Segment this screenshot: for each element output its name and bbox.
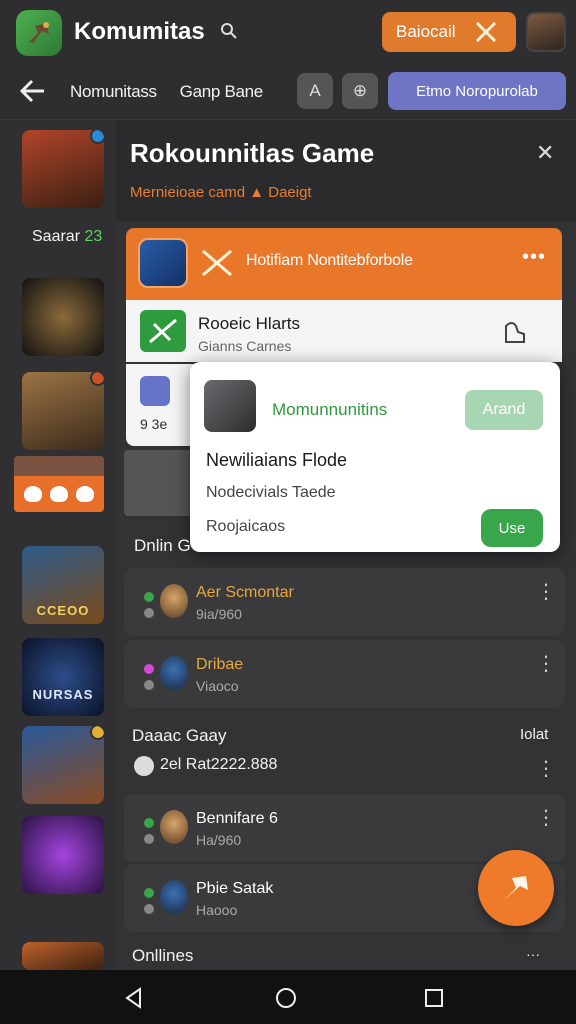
- list-item[interactable]: Bennifare 6 Ha/960 ⋮: [124, 794, 565, 862]
- popup-line-2: Roojaicaos: [206, 518, 286, 535]
- status-dots: [144, 888, 156, 920]
- swords-icon: [202, 249, 232, 277]
- status-dots: [144, 818, 156, 850]
- online-user-preview[interactable]: [124, 450, 194, 516]
- section-dabac-label: Daaac Gaay: [132, 726, 227, 745]
- home-nav-icon[interactable]: [274, 986, 298, 1010]
- badge-icon: [90, 726, 104, 740]
- more-options-icon[interactable]: •••: [522, 246, 546, 269]
- avatar: [160, 880, 188, 914]
- navigation-row: Nomunitass Ganp Bane A ⊕ Etmo Noropurola…: [0, 64, 576, 120]
- sidebar-game-thumb-4[interactable]: CCEOO: [22, 546, 104, 624]
- heart-icon: [76, 486, 94, 502]
- notification-card-row[interactable]: Rooeic Hlarts Gianns Carnes: [126, 300, 562, 362]
- compose-fab[interactable]: [478, 850, 554, 926]
- game-icon: [140, 310, 186, 352]
- sidebar-game-thumb-1[interactable]: [22, 130, 104, 208]
- sidebar-game-thumb-5[interactable]: NURSAS: [22, 638, 104, 716]
- more-options-icon[interactable]: ⋮: [536, 654, 556, 674]
- use-button[interactable]: Use: [481, 509, 543, 547]
- top-action-label: Baiocail: [396, 22, 456, 41]
- verified-badge-icon: [90, 130, 104, 144]
- sidebar: Saarar 23 CCEOO NURSAS: [0, 120, 116, 970]
- status-dots: [144, 592, 156, 624]
- popup-title: Momunnunitins: [272, 400, 388, 419]
- section-onlines-right: ···: [526, 946, 540, 962]
- popup-line-1: Nodecivials Taede: [206, 484, 336, 501]
- user-avatar[interactable]: [526, 12, 566, 52]
- avatar: [160, 810, 188, 844]
- sidebar-game-thumb-2[interactable]: [22, 278, 104, 356]
- back-nav-icon[interactable]: [122, 986, 146, 1010]
- cursor-icon[interactable]: [500, 316, 530, 346]
- badge-icon: [90, 372, 104, 386]
- search-icon[interactable]: [220, 22, 238, 40]
- page-title: Rokounnitlas Game: [130, 138, 375, 168]
- app-root: Komumitas Baiocail Nomunitass Ganp Bane …: [0, 0, 576, 1024]
- section-onlines-label: Onllines: [132, 946, 194, 965]
- add-button[interactable]: Arand: [465, 390, 543, 430]
- game-icon: [138, 238, 188, 288]
- status-dot: [144, 592, 154, 602]
- thumb-title: NURSAS: [32, 687, 94, 702]
- heart-icon: [50, 486, 68, 502]
- sidebar-game-thumb-8[interactable]: [22, 942, 104, 970]
- notification-card-title: Hotifiam Nontitebforbole: [246, 252, 413, 269]
- more-options-icon[interactable]: ⋮: [536, 756, 556, 781]
- thumb-title: CCEOO: [36, 603, 90, 618]
- list-item-name: Bennifare 6: [196, 810, 278, 827]
- recents-nav-icon[interactable]: [424, 988, 444, 1008]
- list-item[interactable]: Dribae Viaoco ⋮: [124, 640, 565, 708]
- list-item-sub: Ha/960: [196, 832, 242, 848]
- row-2-text: 9 3e: [140, 416, 168, 432]
- top-app-bar: Komumitas Baiocail: [0, 0, 576, 64]
- sidebar-label-count: 23: [84, 228, 103, 245]
- community-icon: [204, 380, 256, 432]
- system-navigation-bar: [0, 970, 576, 1024]
- sidebar-game-thumb-3[interactable]: [22, 372, 104, 450]
- sidebar-game-thumb-6[interactable]: [22, 726, 104, 804]
- more-options-icon[interactable]: ⋮: [536, 582, 556, 602]
- app-title: Komumitas: [74, 18, 205, 45]
- back-arrow-icon[interactable]: [18, 78, 46, 104]
- nav-pill-button[interactable]: Etmo Noropurolab: [388, 72, 566, 110]
- list-item-sub: Viaoco: [196, 678, 239, 694]
- sidebar-reaction-card[interactable]: [14, 456, 104, 512]
- sidebar-count-label: Saarar 23: [32, 228, 102, 246]
- more-options-icon[interactable]: ⋮: [536, 808, 556, 828]
- game-logo-icon[interactable]: [16, 10, 62, 56]
- avatar: [160, 656, 188, 690]
- section-online-label: Dnlin G: [134, 536, 191, 555]
- breadcrumb-item-1[interactable]: Nomunitass: [70, 82, 157, 101]
- close-icon[interactable]: ✕: [536, 140, 554, 166]
- avatar: [160, 584, 188, 618]
- gem-icon: [140, 376, 170, 406]
- status-dots: [144, 664, 156, 696]
- breadcrumb-item-2[interactable]: Ganp Bane: [180, 82, 264, 101]
- row-title: Rooeic Hlarts: [198, 314, 301, 333]
- filter-icon[interactable]: ⊕: [342, 73, 378, 109]
- community-popup: Momunnunitins Arand Newiliaians Flode No…: [190, 362, 560, 552]
- list-item-name: Aer Scmontar: [196, 584, 294, 601]
- sidebar-label-prefix: Saarar: [32, 228, 81, 245]
- list-item-sub: Haooo: [196, 902, 238, 918]
- stat-icon: [134, 756, 154, 776]
- list-item-name: Dribae: [196, 656, 244, 673]
- list-item-name: Pbie Satak: [196, 880, 274, 897]
- stat-line: 2el Rat2222.888: [160, 756, 278, 773]
- popup-heading: Newiliaians Flode: [206, 450, 348, 470]
- font-icon[interactable]: A: [297, 73, 333, 109]
- sidebar-game-thumb-7[interactable]: [22, 816, 104, 894]
- notification-card-header[interactable]: Hotifiam Nontitebforbole •••: [126, 228, 562, 300]
- breadcrumb: Nomunitass Ganp Bane: [70, 82, 263, 102]
- row-subtitle: Gianns Carnes: [198, 338, 292, 354]
- section-dabac-right: Iolat: [520, 726, 549, 743]
- list-item[interactable]: Aer Scmontar 9ia/960 ⋮: [124, 568, 565, 636]
- page-subtitle: Mernieioae camd ▲ Daeigt: [130, 184, 312, 201]
- swords-icon: [475, 21, 496, 43]
- list-item-sub: 9ia/960: [196, 606, 242, 622]
- feather-icon: [504, 876, 528, 900]
- top-action-button[interactable]: Baiocail: [382, 12, 516, 52]
- diamond-icon: [24, 486, 42, 502]
